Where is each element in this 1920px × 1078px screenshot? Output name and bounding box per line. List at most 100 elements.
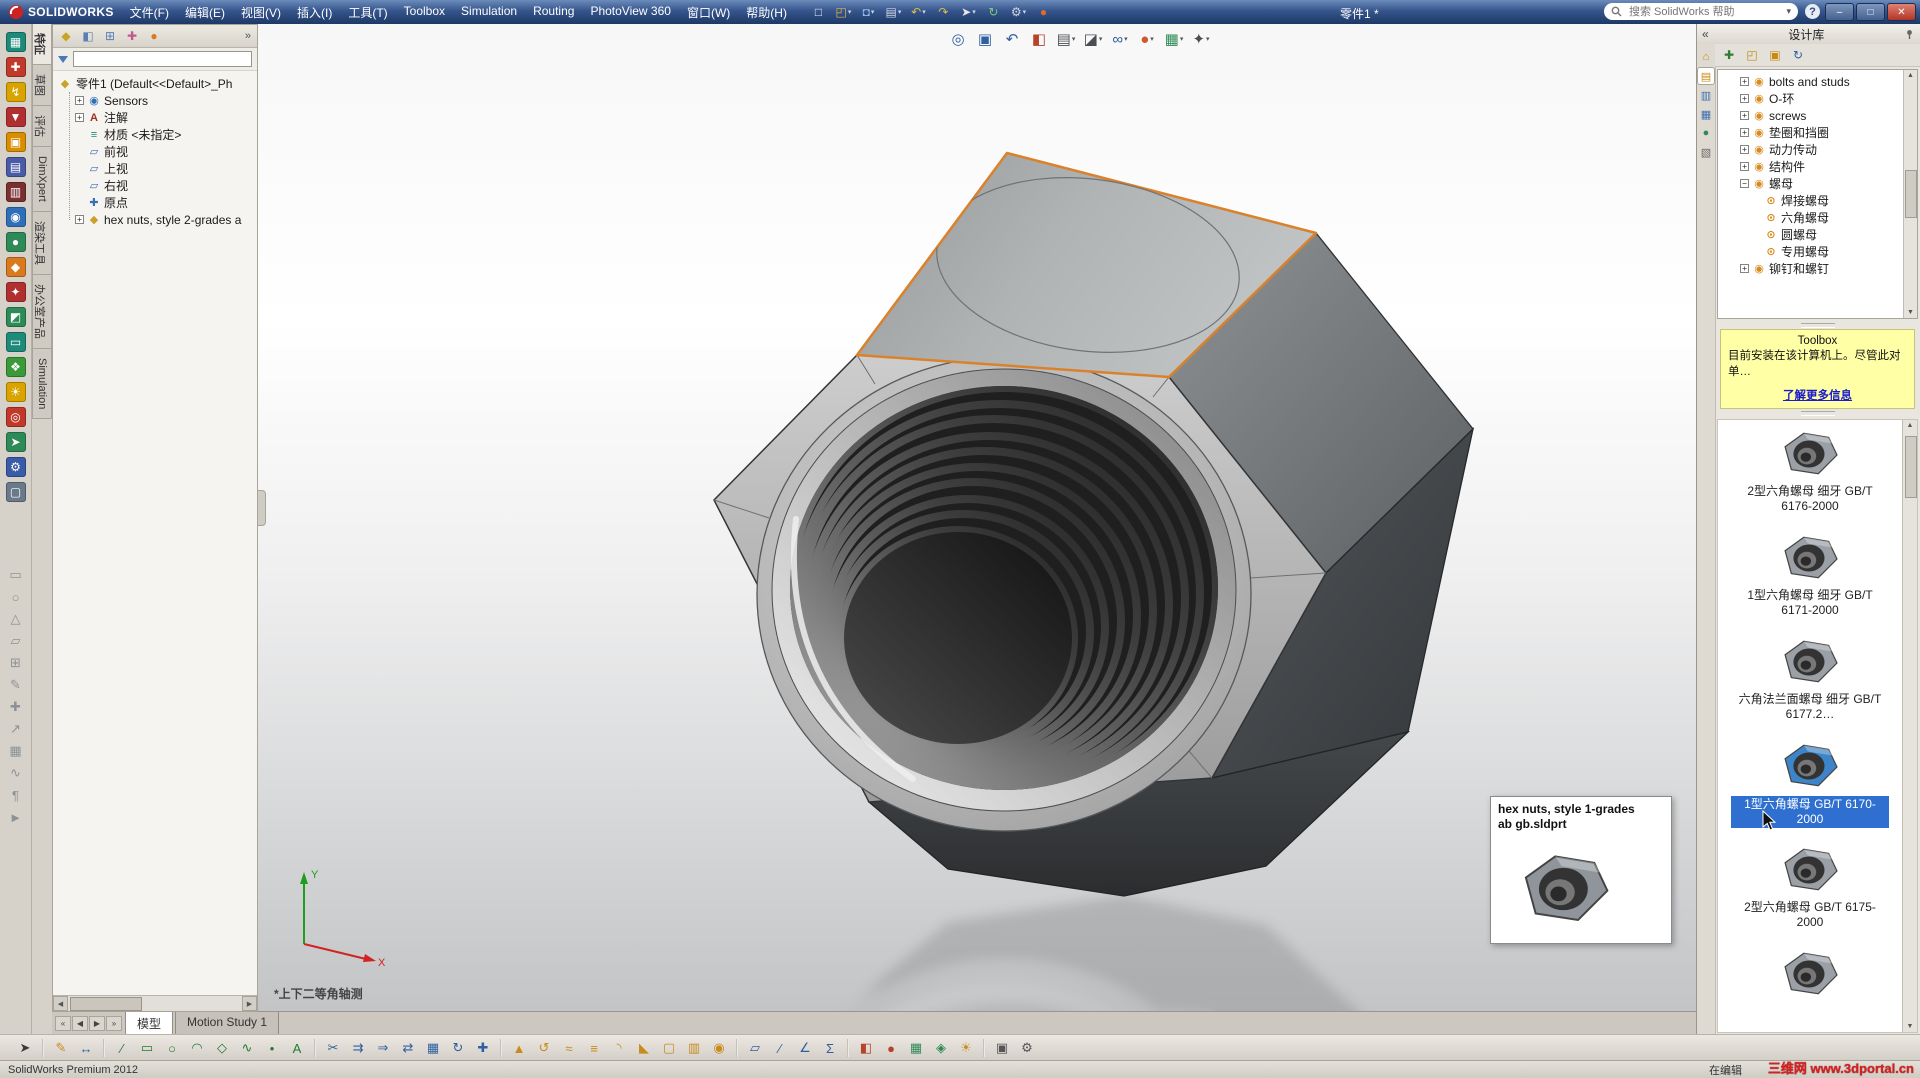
plane-tool-icon[interactable]: ▱ — [7, 632, 25, 650]
polygon-icon[interactable]: ◇ — [211, 1038, 233, 1058]
point-icon[interactable]: • — [261, 1038, 283, 1058]
menu-item[interactable]: 文件(F) — [122, 0, 177, 25]
menu-item[interactable]: 视图(V) — [233, 0, 289, 25]
close-button[interactable]: ✕ — [1887, 3, 1916, 21]
options-icon[interactable]: ⚙ — [1007, 3, 1030, 21]
target-icon[interactable]: ◎ — [5, 407, 26, 427]
help-button[interactable]: ? — [1805, 4, 1820, 19]
chamfer-icon[interactable]: ◣ — [633, 1038, 655, 1058]
edit-appearance-icon[interactable]: ● — [1135, 28, 1159, 50]
menu-item[interactable]: Simulation — [453, 0, 525, 25]
expand-toggle[interactable]: + — [1740, 145, 1749, 154]
expand-toggle[interactable]: + — [1740, 94, 1749, 103]
custom-properties-tab[interactable]: ▧ — [1698, 144, 1714, 160]
star-icon[interactable]: ✦ — [5, 282, 26, 302]
cross-tool-icon[interactable]: ✚ — [7, 698, 25, 716]
commandmanager-tab[interactable]: DimXpert — [32, 147, 52, 212]
mass-properties-icon[interactable]: Σ — [819, 1038, 841, 1058]
library-item[interactable]: 1型六角螺母 细牙 GB/T 6171-2000 — [1724, 530, 1896, 634]
text-icon[interactable]: A — [286, 1038, 308, 1058]
circular-pattern-icon[interactable]: ↻ — [447, 1038, 469, 1058]
commandmanager-tab[interactable]: 草图 — [32, 65, 52, 106]
prev-tab-button[interactable]: ◀ — [72, 1016, 88, 1031]
view-settings-icon[interactable]: ✦ — [1189, 28, 1213, 50]
sphere-icon[interactable]: ● — [5, 232, 26, 252]
sketch-icon[interactable]: ✎ — [50, 1038, 72, 1058]
add-to-library-icon[interactable]: ✚ — [1719, 46, 1739, 64]
new-document-icon[interactable]: □ — [807, 3, 830, 21]
pin-icon[interactable] — [1904, 29, 1915, 40]
convert-entities-icon[interactable]: ⇉ — [347, 1038, 369, 1058]
scroll-up-button[interactable]: ▲ — [1907, 72, 1914, 79]
camera-icon[interactable]: ▢ — [5, 482, 26, 502]
select-icon[interactable]: ➤ — [957, 3, 980, 21]
grid-tool-icon[interactable]: ⊞ — [7, 654, 25, 672]
items-scrollbar[interactable]: ▲ ▼ — [1902, 420, 1917, 1032]
spline-icon[interactable]: ∿ — [236, 1038, 258, 1058]
expand-toggle[interactable]: − — [1740, 179, 1749, 188]
reference-axis-icon[interactable]: ∕ — [769, 1038, 791, 1058]
globe-icon[interactable]: ◉ — [5, 207, 26, 227]
last-tab-button[interactable]: » — [106, 1016, 122, 1031]
maximize-button[interactable]: □ — [1856, 3, 1885, 21]
feature-tree-item[interactable]: ▱ 右视 — [65, 177, 257, 194]
panel-splitter-handle[interactable] — [258, 490, 266, 526]
create-new-folder-icon[interactable]: ▣ — [1765, 46, 1785, 64]
hide-show-items-icon[interactable]: ∞ — [1108, 28, 1132, 50]
expand-toggle[interactable]: + — [75, 96, 84, 105]
screen-capture-icon[interactable]: ▣ — [991, 1038, 1013, 1058]
hole-wizard-icon[interactable]: ◉ — [708, 1038, 730, 1058]
view-orientation-icon[interactable]: ▤ — [1054, 28, 1078, 50]
hex-nut-model[interactable] — [258, 24, 1696, 1012]
reference-plane-icon[interactable]: ▱ — [744, 1038, 766, 1058]
tree-scrollbar[interactable]: ▲ ▼ — [1903, 70, 1917, 318]
expand-toggle[interactable]: + — [1740, 162, 1749, 171]
refresh-icon[interactable]: ↻ — [1788, 46, 1808, 64]
overflow-chevron[interactable]: » — [242, 30, 254, 42]
book-icon[interactable]: ▥ — [5, 182, 26, 202]
undo-icon[interactable]: ↶ — [907, 3, 930, 21]
grid-icon[interactable]: ▦ — [5, 32, 26, 52]
feature-tree-item[interactable]: ▱ 上视 — [65, 160, 257, 177]
select-arrow-icon[interactable]: ➤ — [14, 1038, 36, 1058]
scrollbar-thumb[interactable] — [1904, 170, 1917, 218]
feature-tree-item[interactable]: ▱ 前视 — [65, 143, 257, 160]
menu-item[interactable]: 窗口(W) — [679, 0, 738, 25]
feature-tree-item[interactable]: ≡ 材质 <未指定> — [65, 126, 257, 143]
first-tab-button[interactable]: « — [55, 1016, 71, 1031]
menu-item[interactable]: 工具(T) — [340, 0, 395, 25]
view-palette-tab[interactable]: ▦ — [1698, 106, 1714, 122]
library-item[interactable]: 1型六角螺母 GB/T 6170-2000 — [1724, 738, 1896, 842]
add-file-location-icon[interactable]: ◰ — [1742, 46, 1762, 64]
rectangle-icon[interactable]: ▭ — [136, 1038, 158, 1058]
lightning-icon[interactable]: ↯ — [5, 82, 26, 102]
feature-tree-item[interactable]: + A 注解 — [65, 109, 257, 126]
displaymanager-icon[interactable]: ● — [144, 27, 164, 45]
commandmanager-tab[interactable]: 特征 — [32, 24, 52, 65]
library-tree-item[interactable]: ⊙ 专用螺母 — [1718, 243, 1917, 260]
expand-toggle[interactable]: + — [1740, 111, 1749, 120]
propertymanager-icon[interactable]: ◧ — [78, 27, 98, 45]
configurationmanager-icon[interactable]: ⊞ — [100, 27, 120, 45]
display-style-icon[interactable]: ◪ — [1081, 28, 1105, 50]
commandmanager-tab[interactable]: Simulation — [32, 348, 52, 420]
save-icon[interactable]: ◘ — [857, 3, 880, 21]
section-view-icon[interactable]: ◧ — [1027, 28, 1051, 50]
next-tab-button[interactable]: ▶ — [89, 1016, 105, 1031]
scrollbar-thumb[interactable] — [70, 997, 142, 1011]
learn-more-link[interactable]: 了解更多信息 — [1728, 387, 1907, 403]
wave-tool-icon[interactable]: ∿ — [7, 764, 25, 782]
commandmanager-tab[interactable]: 渲染工具 — [32, 211, 52, 275]
puzzle-icon[interactable]: ◩ — [5, 307, 26, 327]
box-icon[interactable]: ▣ — [5, 132, 26, 152]
zoom-fit-icon[interactable]: ◎ — [946, 28, 970, 50]
open-document-icon[interactable]: ◰ — [832, 3, 855, 21]
print-icon[interactable]: ▤ — [882, 3, 905, 21]
expand-toggle[interactable]: + — [75, 113, 84, 122]
flask-icon[interactable]: ▼ — [5, 107, 26, 127]
line-icon[interactable]: ∕ — [111, 1038, 133, 1058]
menu-item[interactable]: 插入(I) — [289, 0, 340, 25]
library-item[interactable]: 2型六角螺母 GB/T 6175-2000 — [1724, 842, 1896, 946]
scroll-left-button[interactable]: ◀ — [53, 996, 68, 1011]
cross-icon[interactable]: ✚ — [5, 57, 26, 77]
